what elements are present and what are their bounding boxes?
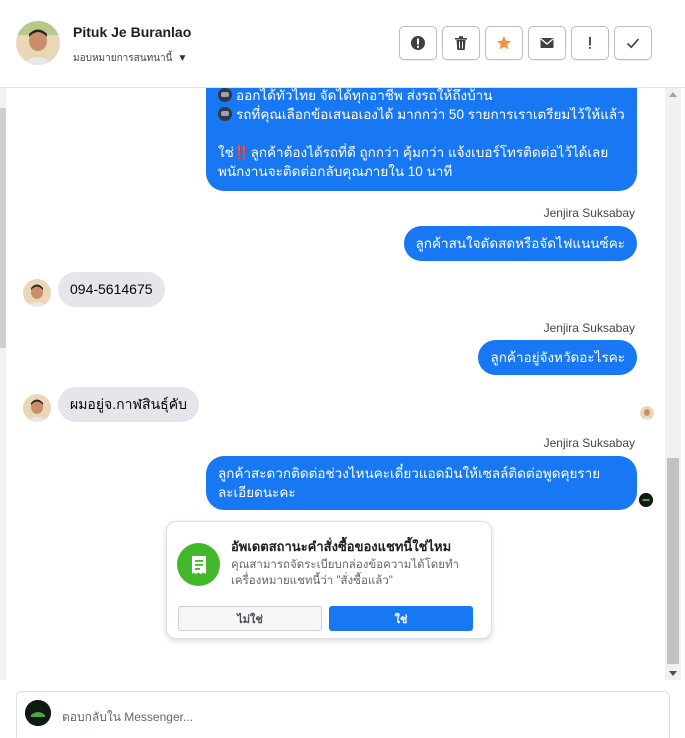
message-incoming: 094-5614675 xyxy=(58,272,165,307)
conversation-header: Pituk Je Buranlao มอบหมายการสนทนานี้ ▼ xyxy=(0,0,685,88)
reply-composer[interactable]: ตอบกลับใน Messenger... xyxy=(16,691,670,738)
mark-unread-button[interactable] xyxy=(528,26,566,60)
sender-name: Jenjira Suksabay xyxy=(543,436,635,450)
scroll-down-arrow-icon[interactable] xyxy=(669,671,677,676)
message-thread: ออกได้ทั่วไทย จัดได้ทุกอาชีพ ส่งรถให้ถึง… xyxy=(0,88,665,680)
receipt-icon xyxy=(191,555,206,574)
left-scroll-rail xyxy=(0,88,6,680)
envelope-icon xyxy=(540,38,554,48)
scroll-up-arrow-icon[interactable] xyxy=(669,92,677,97)
seen-indicator-avatar xyxy=(640,406,654,420)
assign-label: มอบหมายการสนทนานี้ xyxy=(73,53,173,64)
double-exclamation-emoji-icon: ‼️ xyxy=(233,145,251,160)
no-button[interactable]: ไม่ใช่ xyxy=(178,606,322,631)
message-outgoing: ลูกค้าอยู่จังหวัดอะไรคะ xyxy=(478,340,637,375)
order-icon-badge xyxy=(177,543,220,586)
star-button[interactable] xyxy=(485,26,523,60)
customer-avatar-small xyxy=(23,279,51,307)
page-avatar xyxy=(25,700,51,726)
exclamation-icon xyxy=(589,37,591,49)
scrollbar-thumb[interactable] xyxy=(667,458,679,664)
delete-button[interactable] xyxy=(442,26,480,60)
header-actions xyxy=(399,26,652,60)
page-seen-indicator xyxy=(639,493,653,507)
mark-spam-button[interactable] xyxy=(571,26,609,60)
car-emoji-icon xyxy=(218,107,232,121)
customer-avatar[interactable] xyxy=(16,21,60,65)
reply-input[interactable]: ตอบกลับใน Messenger... xyxy=(62,708,193,727)
message-outgoing: ลูกค้าสนใจตัดสดหรือจัดไฟแนนซ์คะ xyxy=(403,226,637,261)
order-status-prompt-card: อัพเดตสถานะคำสั่งซื้อของแชทนี้ใช่ไหม คุณ… xyxy=(166,521,492,639)
message-outgoing: ออกได้ทั่วไทย จัดได้ทุกอาชีพ ส่งรถให้ถึง… xyxy=(206,88,637,191)
customer-avatar-small xyxy=(23,394,51,422)
message-line: ออกได้ทั่วไทย จัดได้ทุกอาชีพ ส่งรถให้ถึง… xyxy=(218,88,625,105)
assign-conversation-dropdown[interactable]: มอบหมายการสนทนานี้ ▼ xyxy=(73,51,187,66)
report-button[interactable] xyxy=(399,26,437,60)
caret-down-icon: ▼ xyxy=(177,53,188,64)
car-emoji-icon xyxy=(218,88,232,102)
sender-name: Jenjira Suksabay xyxy=(543,206,635,220)
message-incoming: ผมอยู่จ.กาฬสินธุ์คับ xyxy=(58,387,199,422)
trash-icon xyxy=(455,36,467,50)
message-line: พนักงานจะติดต่อกลับคุณภายใน 10 นาที xyxy=(218,164,453,179)
message-outgoing: ลูกค้าสะดวกติดต่อช่วงไหนคะเดี๋ยวแอดมินให… xyxy=(206,456,637,510)
card-description: คุณสามารถจัดระเบียบกล่องข้อความได้โดยทำเ… xyxy=(231,559,460,587)
customer-name: Pituk Je Buranlao xyxy=(73,24,192,40)
sender-name: Jenjira Suksabay xyxy=(543,321,635,335)
check-icon xyxy=(626,38,640,49)
card-title: อัพเดตสถานะคำสั่งซื้อของแชทนี้ใช่ไหม xyxy=(231,539,452,554)
thread-scrollbar[interactable] xyxy=(665,88,681,680)
message-line: ใช่‼️ลูกค้าต้องได้รถที่ดี ถูกกว่า คุ้มกว… xyxy=(218,145,609,160)
star-icon xyxy=(497,36,511,50)
yes-button[interactable]: ใช่ xyxy=(329,606,473,631)
report-icon xyxy=(411,36,425,50)
message-line: รถที่คุณเลือกข้อเสนอเองได้ มากกว่า 50 รา… xyxy=(218,105,625,124)
mark-done-button[interactable] xyxy=(614,26,652,60)
